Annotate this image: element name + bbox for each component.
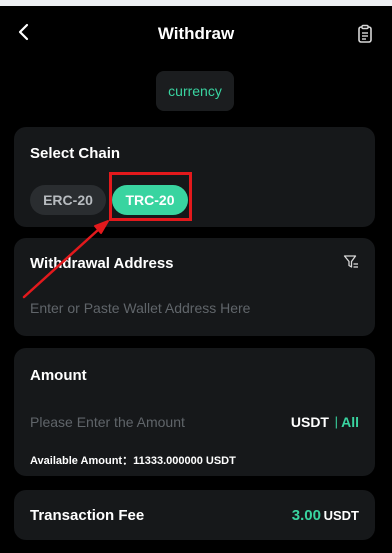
transaction-fee-value: 3.00 xyxy=(291,507,321,524)
currency-selector[interactable]: currency xyxy=(156,71,234,111)
transaction-fee-title: Transaction Fee xyxy=(30,507,145,524)
document-icon[interactable] xyxy=(356,24,374,44)
page-title: Withdraw xyxy=(157,24,235,43)
transaction-fee-unit: USDT xyxy=(323,508,359,523)
filter-icon[interactable] xyxy=(343,254,359,270)
available-amount: Available Amount：11333.000000 USDT xyxy=(30,452,236,468)
withdrawal-address-title: Withdrawal Address xyxy=(30,255,174,272)
top-status-strip xyxy=(0,0,392,6)
highlight-box xyxy=(109,172,192,221)
select-chain-card: Select Chain ERC-20 TRC-20 xyxy=(14,127,375,227)
withdrawal-address-card: Withdrawal Address xyxy=(14,238,375,336)
amount-separator: | xyxy=(334,414,338,429)
amount-title: Amount xyxy=(30,367,87,384)
amount-input[interactable] xyxy=(30,414,260,430)
select-chain-title: Select Chain xyxy=(30,145,121,162)
transaction-fee-card: Transaction Fee 3.00 USDT xyxy=(14,490,375,540)
amount-unit: USDT xyxy=(290,414,329,430)
available-amount-label: Available Amount： xyxy=(30,455,134,467)
available-amount-value: 11333.000000 USDT xyxy=(133,455,236,467)
chain-option-erc20[interactable]: ERC-20 xyxy=(30,185,106,215)
header: Withdraw xyxy=(0,10,392,58)
all-button[interactable]: All xyxy=(341,414,359,430)
amount-card: Amount USDT | All Available Amount：11333… xyxy=(14,348,375,476)
withdrawal-address-input[interactable] xyxy=(30,300,330,316)
